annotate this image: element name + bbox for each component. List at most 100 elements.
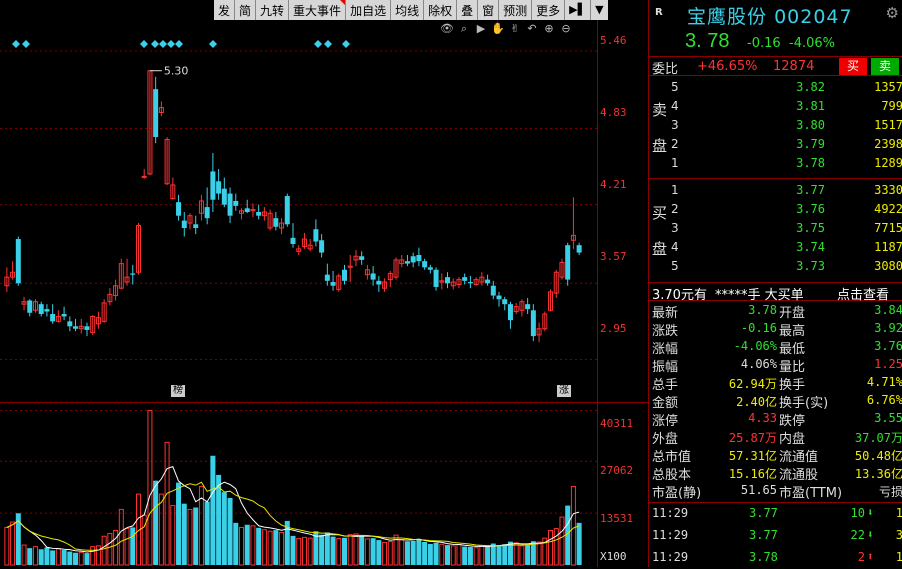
volume-bar-down [73,552,79,565]
tick-price: 3.78 [749,550,778,564]
volume-bar-down [496,545,502,565]
toolbar-window-button[interactable]: 窗 [478,0,500,20]
volume-bar-down [530,541,536,565]
candle-body-down [153,89,159,138]
stat-row: 最新 3.78 开盘 3.84 [649,302,902,321]
volume-bar-down [67,551,73,565]
candle-body-down [445,277,451,284]
level-volume: 3080 [874,259,902,273]
ask-row[interactable]: 5 3.82 1357 [649,78,902,96]
candle-body-down [485,279,491,284]
volume-bar-up [519,545,525,566]
gloves-icon[interactable]: ✌ [508,22,522,36]
toolbar-label: 窗 [482,4,495,18]
candle-body-down [462,277,468,281]
tick-count: 1 [895,506,902,520]
stat-value: 亏损 [878,485,902,499]
zoom-in-icon[interactable]: ⊕ [542,22,556,36]
ask-row[interactable]: 1 3.78 1289 [649,154,902,172]
kline-chart-area[interactable]: 5.30 发简九转 重大事件 加自选 均线 除权叠窗预测 更多 ▶▌ ▼ 👁 ⌕ ▶ ✋ ✌ … [0,0,648,567]
volume-bar-down [27,548,33,565]
volume-bar-down [576,522,582,565]
event-diamond-icon [175,40,183,48]
toolbar-jian-button[interactable]: 简 [235,0,257,20]
stat-value: 3.55 [874,411,902,425]
level-price: 3.76 [796,202,825,216]
stat-value: 62.94万 [728,377,777,391]
volume-bar-up [479,544,485,566]
toolbar-dropdown-button[interactable]: ▼ [591,0,607,20]
volume-bar-down [204,501,210,565]
volume-bar-up [101,535,107,566]
toolbar-add-watchlist-button[interactable]: 加自选 [346,0,392,20]
volume-bar-up [473,547,479,566]
volume-bar-up [32,546,38,566]
play-icon[interactable]: ▶ [474,22,488,36]
kline-chart[interactable]: 5.30 [0,0,648,567]
volume-bar-up [118,508,124,566]
volume-bar-down [290,535,296,565]
bid-book: 买 盘 1 3.77 3330 2 3.76 4922 3 3.75 7715 4 3.74 1187… [649,180,902,280]
toolbar-forecast-button[interactable]: 预测 [499,0,533,20]
bid-row[interactable]: 1 3.77 3330 [649,181,902,199]
price-line: 3. 78 -0.16 -4.06% [649,30,902,54]
tick-time: 11:29 [652,550,689,564]
hand-icon[interactable]: ✋ [491,22,505,36]
candle-body-down [176,202,182,216]
volume-bar-up [10,521,16,566]
candle-body-down [61,313,67,317]
toolbar-jiuzhuan-button[interactable]: 九转 [256,0,290,20]
toolbar-major-events-button[interactable]: 重大事件 [289,0,347,20]
toolbar-overlay-button[interactable]: 叠 [457,0,479,20]
level-volume: 1517 [874,118,902,132]
ask-row[interactable]: 3 3.80 1517 [649,116,902,134]
volume-bar-up [4,526,10,566]
stat-value: 3.92 [874,321,902,335]
eye-icon[interactable]: 👁 [440,22,454,36]
volume-bar-up [250,525,256,566]
volume-bar-down [427,543,433,565]
bid-row[interactable]: 5 3.73 3080 [649,257,902,275]
candle-body-down [530,310,536,337]
volume-bar-down [404,541,410,565]
play-end-button[interactable]: ▶▌ [565,0,592,20]
undo-icon[interactable]: ↶ [525,22,539,36]
toolbar-label: 加自选 [350,4,387,18]
bid-row[interactable]: 4 3.74 1187 [649,238,902,256]
zoom-out-icon[interactable]: ⊖ [559,22,573,36]
volume-bar-down [193,507,199,565]
level-volume: 2398 [874,137,902,151]
signal-badge-zhang[interactable]: 涨 [557,385,571,397]
search-icon[interactable]: ⌕ [457,22,471,36]
volume-bar-down [467,546,473,565]
level-volume: 7715 [874,221,902,235]
candle-body-down [404,261,410,264]
toolbar-ma-button[interactable]: 均线 [391,0,425,20]
volume-bar-down [410,540,416,565]
toolbar-fa-button[interactable]: 发 [214,0,236,20]
bid-row[interactable]: 3 3.75 7715 [649,219,902,237]
toolbar-more-button[interactable]: 更多 [532,0,566,20]
candle-body-down [525,304,531,310]
toolbar-exright-button[interactable]: 除权 [424,0,458,20]
gear-icon[interactable]: ⚙ [886,4,899,22]
volume-bar-down [50,550,56,565]
stat-label: 涨停 [652,414,679,429]
volume-bar-down [445,545,451,565]
volume-bar-down [370,538,376,565]
volume-bar-down [330,536,336,565]
volume-bar-up [279,531,285,566]
level-price: 3.80 [796,118,825,132]
level-number: 3 [671,221,679,235]
ask-row[interactable]: 4 3.81 799 [649,97,902,115]
ask-row[interactable]: 2 3.79 2398 [649,135,902,153]
big-order-link[interactable]: 点击查看 [837,284,889,303]
buy-button[interactable]: 买 [839,58,867,75]
event-diamond-icon [159,40,167,48]
signal-badge-bang[interactable]: 榜 [171,385,185,397]
volume-bar-up [107,533,113,566]
candle-body-down [410,256,416,263]
sell-button[interactable]: 卖 [871,58,899,75]
stat-value: 4.06% [740,357,777,371]
bid-row[interactable]: 2 3.76 4922 [649,200,902,218]
